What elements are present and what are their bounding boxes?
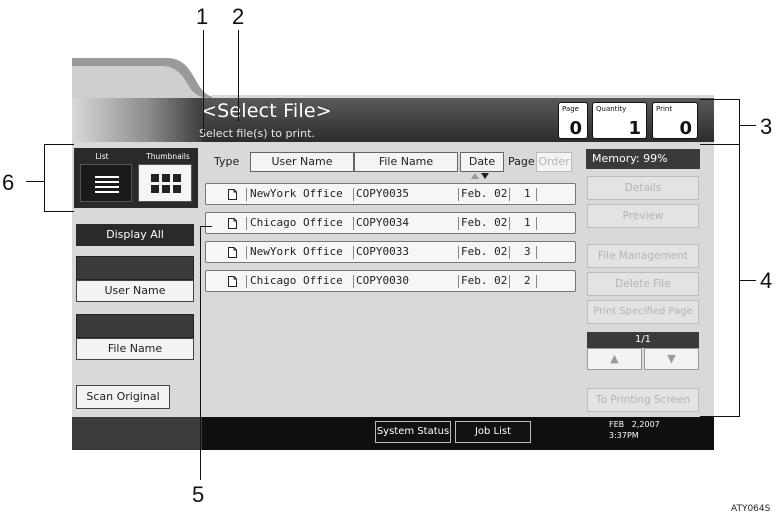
- figure-code: ATY064S: [731, 504, 771, 514]
- row-pages: 1: [524, 216, 531, 229]
- callout-4: 4: [760, 268, 773, 293]
- column-type: Type: [214, 155, 240, 168]
- quantity-counter-value: 1: [628, 118, 641, 139]
- panel-top-decoration: [72, 58, 714, 98]
- file-name-button[interactable]: File Name: [76, 338, 194, 360]
- view-toggle: List Thumbnails: [74, 148, 198, 208]
- page-counter: Page 0: [558, 102, 588, 139]
- callout-4-bracket: [700, 144, 740, 417]
- row-date: Feb. 02: [461, 216, 508, 229]
- document-icon: [228, 247, 237, 258]
- file-row[interactable]: Chicago Office COPY0030 Feb. 02 2: [205, 270, 576, 292]
- memory-indicator: Memory: 99%: [586, 149, 700, 169]
- page-indicator: 1/1: [587, 332, 699, 348]
- to-printing-screen-button[interactable]: To Printing Screen: [587, 388, 699, 412]
- callout-4-leader: [740, 280, 756, 282]
- sort-user-name-button[interactable]: User Name: [250, 152, 354, 172]
- thumbnails-view-label: Thumbnails: [146, 152, 190, 161]
- screen-subtitle: Select file(s) to print.: [199, 127, 315, 140]
- row-pages: 2: [524, 274, 531, 287]
- status-bar-left-block: [72, 417, 202, 450]
- title-gradient: [72, 98, 202, 142]
- file-management-button[interactable]: File Management: [587, 244, 699, 268]
- file-row[interactable]: NewYork Office COPY0035 Feb. 02 1: [205, 183, 576, 205]
- column-page: Page: [508, 155, 535, 168]
- scan-original-button[interactable]: Scan Original: [76, 385, 170, 409]
- callout-5-line: [200, 226, 202, 480]
- row-user-name: Chicago Office: [250, 274, 343, 287]
- thumbnails-view-button[interactable]: [138, 164, 192, 202]
- user-name-field: [76, 256, 194, 280]
- list-icon: [95, 176, 119, 193]
- page-counter-caption: Page: [562, 105, 579, 113]
- print-specified-page-button[interactable]: Print Specified Page: [587, 300, 699, 324]
- callout-6-leader: [26, 181, 44, 183]
- document-icon: [228, 218, 237, 229]
- row-date: Feb. 02: [461, 245, 508, 258]
- row-date: Feb. 02: [461, 187, 508, 200]
- row-pages: 3: [524, 245, 531, 258]
- row-file-name: COPY0034: [356, 216, 409, 229]
- page-counter-value: 0: [569, 118, 582, 139]
- status-date: FEB 2,2007: [609, 420, 660, 429]
- document-icon: [228, 189, 237, 200]
- row-user-name: NewYork Office: [250, 187, 343, 200]
- sort-order-button[interactable]: Order: [536, 152, 572, 172]
- row-file-name: COPY0035: [356, 187, 409, 200]
- status-time: 3:37PM: [609, 431, 639, 440]
- sort-date-button[interactable]: Date: [460, 152, 504, 172]
- list-view-label: List: [95, 152, 109, 161]
- callout-3-bracket: [700, 99, 740, 145]
- preview-button[interactable]: Preview: [587, 204, 699, 228]
- quantity-counter: Quantity 1: [592, 102, 647, 139]
- print-counter-caption: Print: [656, 105, 673, 113]
- select-file-screen: <Select File> Select file(s) to print. P…: [72, 58, 714, 450]
- scroll-up-button[interactable]: ▲: [587, 348, 642, 370]
- print-counter-value: 0: [679, 118, 692, 139]
- row-user-name: Chicago Office: [250, 216, 343, 229]
- callout-1-line: [203, 30, 205, 134]
- callout-1: 1: [196, 4, 209, 29]
- callout-2-line: [238, 30, 240, 122]
- callout-6: 6: [2, 170, 15, 195]
- file-row[interactable]: Chicago Office COPY0034 Feb. 02 1: [205, 212, 576, 234]
- document-icon: [228, 276, 237, 287]
- sort-arrows-icon: [471, 173, 489, 179]
- file-name-field: [76, 314, 194, 338]
- scroll-down-button[interactable]: ▼: [644, 348, 699, 370]
- row-file-name: COPY0033: [356, 245, 409, 258]
- row-file-name: COPY0030: [356, 274, 409, 287]
- callout-6-bracket: [44, 144, 74, 212]
- print-counter: Print 0: [652, 102, 698, 139]
- callout-5-pointer: [200, 226, 212, 228]
- screen-title: <Select File>: [201, 100, 332, 122]
- callout-3-leader: [740, 125, 756, 127]
- sort-file-name-button[interactable]: File Name: [354, 152, 458, 172]
- file-row[interactable]: NewYork Office COPY0033 Feb. 02 3: [205, 241, 576, 263]
- list-view-button[interactable]: [80, 164, 132, 202]
- callout-5: 5: [192, 482, 205, 507]
- callout-3: 3: [760, 114, 773, 139]
- row-pages: 1: [524, 187, 531, 200]
- display-all-button[interactable]: Display All: [76, 224, 194, 246]
- row-user-name: NewYork Office: [250, 245, 343, 258]
- delete-file-button[interactable]: Delete File: [587, 272, 699, 296]
- system-status-button[interactable]: System Status: [375, 421, 451, 443]
- callout-2: 2: [232, 4, 245, 29]
- grid-icon: [151, 174, 181, 193]
- details-button[interactable]: Details: [587, 176, 699, 200]
- quantity-counter-caption: Quantity: [596, 105, 627, 113]
- job-list-button[interactable]: Job List: [455, 421, 531, 443]
- user-name-button[interactable]: User Name: [76, 280, 194, 302]
- row-date: Feb. 02: [461, 274, 508, 287]
